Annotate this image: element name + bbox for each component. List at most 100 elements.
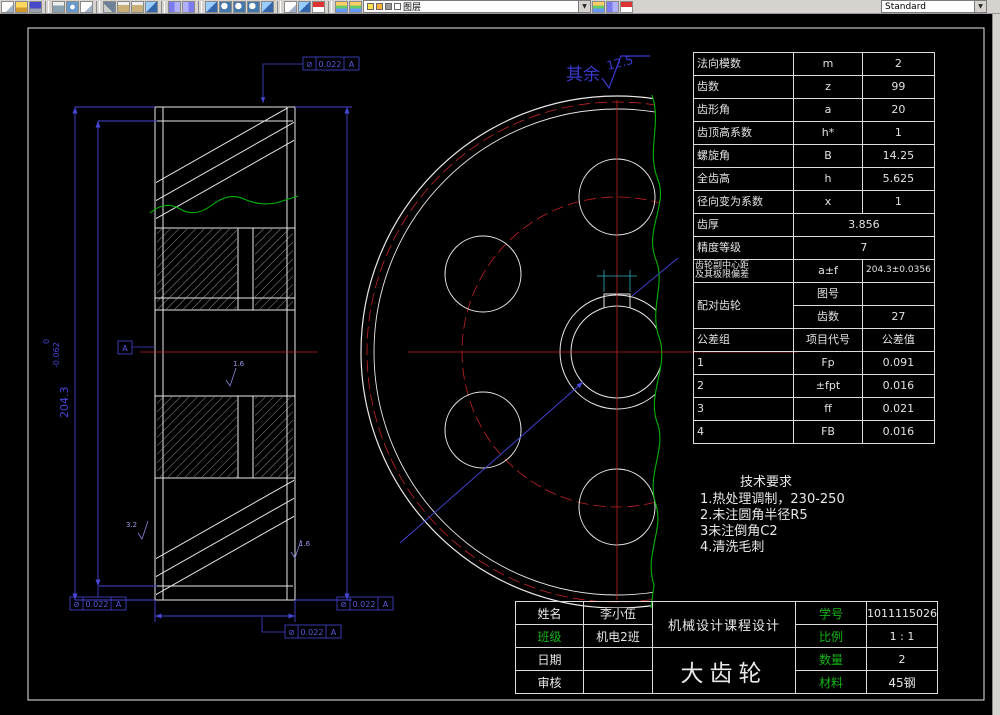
layer-combo-value: 图层: [403, 3, 422, 13]
zoom-previous-icon[interactable]: [247, 0, 260, 13]
svg-text:3.2: 3.2: [126, 521, 137, 529]
material-label: 材料: [795, 670, 867, 694]
check-label: 审核: [515, 670, 584, 694]
cut-icon[interactable]: [103, 0, 116, 13]
layer-combo[interactable]: 图层 ▼: [363, 0, 591, 13]
layer-previous-icon[interactable]: [606, 0, 619, 13]
tech-req-line: 4.清洗毛刺: [700, 540, 765, 555]
scale-value: 1 : 1: [866, 624, 938, 648]
date-label: 日期: [515, 647, 584, 671]
break-line-front: [650, 94, 663, 609]
paste-icon[interactable]: [131, 0, 144, 13]
svg-text:⊘: ⊘: [340, 600, 347, 609]
zoom-window-icon[interactable]: [233, 0, 246, 13]
param-row: 3 ff 0.021: [693, 397, 935, 421]
param-row: 齿厚 3.856: [693, 213, 935, 237]
param-row: 螺旋角 B 14.25: [693, 144, 935, 168]
name-value: 李小伍: [583, 601, 653, 625]
insert-hyperlink-icon[interactable]: [205, 0, 218, 13]
svg-text:1.6: 1.6: [233, 360, 245, 368]
svg-text:0.022: 0.022: [353, 600, 376, 609]
course-title: 机械设计课程设计: [652, 601, 796, 648]
spell-check-icon[interactable]: [80, 0, 93, 13]
redo-icon[interactable]: [182, 0, 195, 13]
vertical-scrollbar[interactable]: [992, 14, 1000, 715]
gear-section-view: [154, 106, 296, 601]
svg-text:⊘: ⊘: [306, 60, 313, 69]
hatch-lower-right: [255, 397, 293, 477]
save-icon[interactable]: [29, 0, 42, 13]
open-file-icon[interactable]: [15, 0, 28, 13]
toolbar-separator: [96, 0, 100, 13]
svg-text:A: A: [349, 60, 355, 69]
toolbar-separator: [277, 0, 281, 13]
scale-label: 比例: [795, 624, 867, 648]
svg-text:⊘: ⊘: [288, 628, 295, 637]
zoom-realtime-icon[interactable]: [219, 0, 232, 13]
quantity-value: 2: [866, 647, 938, 671]
make-layer-current-icon[interactable]: [592, 0, 605, 13]
properties-icon[interactable]: [284, 0, 297, 13]
surface-finish-note: 其余 12.5: [566, 53, 650, 90]
technical-requirements: 技术要求 1.热处理调制，230-250 2.未注圆角半径R5 3未注倒角C2 …: [700, 471, 910, 556]
dim-tol-lower-label: -0.062: [52, 342, 61, 368]
bore-leader: [399, 381, 584, 544]
title-block: 姓名 李小伍 机械设计课程设计 学号 1011115026 班级 机电2班 比例…: [515, 601, 938, 694]
hatch-lower: [157, 397, 237, 477]
copy-icon[interactable]: [117, 0, 130, 13]
param-row: 2 ±fpt 0.016: [693, 374, 935, 398]
student-id-label: 学号: [795, 601, 867, 625]
hatch-upper: [157, 229, 237, 309]
param-row: 4 FB 0.016: [693, 420, 935, 444]
lightening-hole: [444, 391, 522, 469]
param-row: 法向模数 m 2: [693, 52, 935, 76]
toolbar-separator: [161, 0, 165, 13]
dim-outer-label: 204.3: [58, 387, 71, 419]
print-preview-icon[interactable]: [66, 0, 79, 13]
param-row: 全齿高 h 5.625: [693, 167, 935, 191]
toolbar: 图层 ▼ Standard ▼: [0, 0, 1000, 14]
param-row: 齿形角 a 20: [693, 98, 935, 122]
tooth-direction-lines: [156, 108, 294, 596]
svg-text:A: A: [331, 628, 337, 637]
student-id-value: 1011115026: [866, 601, 938, 625]
check-value: [583, 670, 653, 694]
tech-req-line: 2.未注圆角半径R5: [700, 508, 808, 523]
svg-text:0.022: 0.022: [86, 600, 109, 609]
undo-icon[interactable]: [168, 0, 181, 13]
name-label: 姓名: [515, 601, 584, 625]
chevron-down-icon[interactable]: ▼: [578, 1, 590, 12]
layer-states-icon[interactable]: [349, 0, 362, 13]
layer-on-icon: [367, 3, 374, 10]
text-style-combo[interactable]: Standard ▼: [881, 0, 987, 13]
class-value: 机电2班: [583, 624, 653, 648]
layer-thaw-icon: [376, 3, 383, 10]
svg-text:A: A: [116, 600, 122, 609]
layer-properties-icon[interactable]: [335, 0, 348, 13]
chevron-down-icon[interactable]: ▼: [974, 1, 986, 12]
print-icon[interactable]: [52, 0, 65, 13]
break-line-section: [149, 195, 299, 214]
dim-tol-upper-label: 0: [42, 339, 51, 344]
tech-req-title: 技术要求: [740, 475, 793, 490]
layer-lock-icon: [385, 3, 392, 10]
tech-req-line: 3未注倒角C2: [700, 524, 778, 539]
pan-icon[interactable]: [261, 0, 274, 13]
part-name: 大齿轮: [652, 647, 796, 694]
quantity-label: 数量: [795, 647, 867, 671]
design-center-icon[interactable]: [298, 0, 311, 13]
new-file-icon[interactable]: [1, 0, 14, 13]
toolbar-separator: [45, 0, 49, 13]
param-row: 公差组 项目代号 公差值: [693, 328, 935, 352]
match-properties-icon[interactable]: [145, 0, 158, 13]
param-row: 齿数 z 99: [693, 75, 935, 99]
distance-icon[interactable]: [312, 0, 325, 13]
param-row: 精度等级 7: [693, 236, 935, 260]
class-label: 班级: [515, 624, 584, 648]
hatch-upper-right: [255, 229, 293, 309]
svg-text:A: A: [383, 600, 389, 609]
surface-prefix-label: 其余: [566, 65, 600, 85]
color-control-icon[interactable]: [620, 0, 633, 13]
svg-text:⊘: ⊘: [73, 600, 80, 609]
param-row: 1 Fp 0.091: [693, 351, 935, 375]
